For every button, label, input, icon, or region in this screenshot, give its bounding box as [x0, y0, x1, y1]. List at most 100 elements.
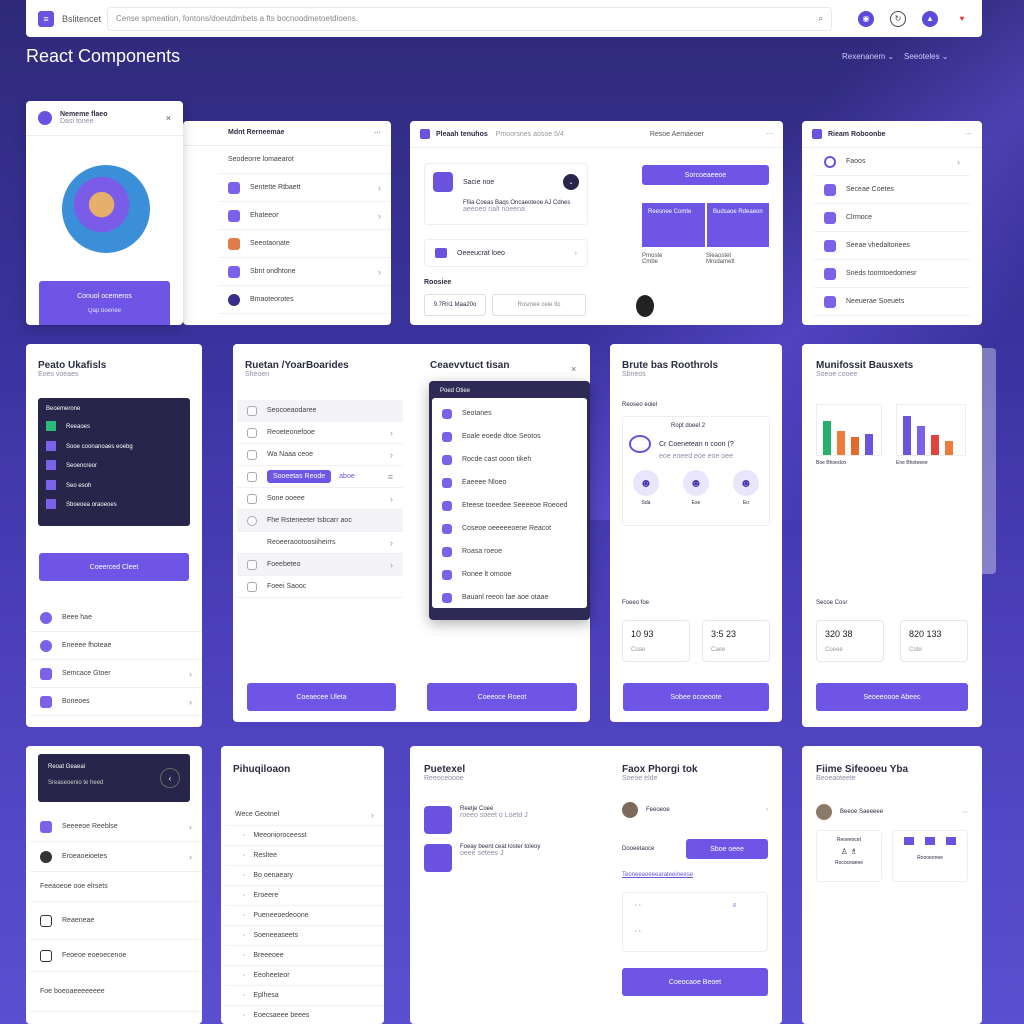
list-item[interactable]: Eaeeee Nloeo [432, 471, 587, 494]
selected-chip[interactable]: Sooeetas Reode [267, 470, 332, 483]
mini-card[interactable]: Reoeeocet ♙ ♗ Rococeaeee [816, 830, 882, 882]
list-item[interactable]: Sneds toomtoedomesr [814, 260, 970, 288]
primary-button[interactable]: Seoeeoooe Abeec [816, 683, 968, 711]
list-item[interactable]: · Bo oenaeary [225, 866, 384, 886]
list-item[interactable]: Sone ooeee › [237, 488, 403, 510]
list-item[interactable]: Ehateeor › [218, 202, 391, 230]
list-item[interactable]: · Eroeere [225, 886, 384, 906]
close-icon[interactable]: × [166, 113, 171, 123]
item-icon [228, 293, 240, 306]
notification-icon[interactable]: ♥ [954, 11, 970, 27]
avatar-option[interactable]: ☻ Ese [683, 470, 709, 506]
list-item[interactable]: Semcace Gtoer › [30, 660, 202, 688]
list-item[interactable]: Clrmoce [814, 204, 970, 232]
list-item[interactable]: Eteese toeedee Seeeeoe Roeoed [432, 494, 587, 517]
input-field-2[interactable]: Rosmee ceie tlo [492, 294, 586, 316]
more-icon[interactable]: ⋯ [965, 130, 972, 138]
primary-button[interactable]: Coeerced Cleet [39, 553, 189, 581]
list-item[interactable]: Seocoeaodaree [237, 400, 403, 422]
list-item[interactable]: Eroeaoeioetes › [30, 842, 202, 872]
list-item[interactable]: Sooeetas Reode aboe ≡ [237, 466, 403, 488]
list-item[interactable]: Seotanes [432, 402, 587, 425]
mini-card[interactable]: Roooeonee [892, 830, 968, 882]
list-item[interactable]: Reoeteonefooe › [237, 422, 403, 444]
refresh-icon[interactable]: ↻ [890, 10, 906, 27]
list-item[interactable]: Wa Naaa ceoe › [237, 444, 403, 466]
list-item[interactable]: Faoos › [814, 148, 970, 176]
list-item[interactable]: Seodeorre lomaearot [218, 146, 391, 174]
expand-icon[interactable]: ⌄ [563, 174, 579, 190]
user-row[interactable]: Feeoeoe › [622, 802, 768, 818]
panel-item[interactable]: Sooe coonanoaes eoebg [46, 438, 182, 458]
list-item[interactable]: Ronee lt omooe [432, 563, 587, 586]
select-button[interactable]: Sorcoeaeeoe [642, 165, 769, 185]
avatar-option[interactable]: ☻ Sda [633, 470, 659, 506]
profile-icon[interactable]: ▲ [922, 10, 938, 27]
header-menu-2[interactable]: Seeoteles ⌄ [904, 52, 949, 61]
list-item[interactable]: Sbnt ondhtone › [218, 258, 391, 286]
link[interactable]: Teoneeaoeeearateeineese [622, 872, 693, 878]
list-item[interactable]: Roasa roeoe [432, 540, 587, 563]
list-item[interactable]: · Eplhesa [225, 986, 384, 1006]
list-item[interactable]: Seeeeoe Reeblse › [30, 812, 202, 842]
panel-item[interactable]: Seo esoh [46, 477, 182, 497]
chevron-left-icon[interactable]: ‹ [160, 768, 180, 788]
tile-2[interactable]: Budsaoe Rdeaeon [707, 203, 769, 247]
app-menu-icon[interactable]: ≡ [38, 10, 54, 27]
primary-button[interactable]: Conuol ocemeros Qap boenee [39, 281, 170, 325]
list-item[interactable]: · Soeneeaseets [225, 926, 384, 946]
list-item[interactable]: · Resltee [225, 846, 384, 866]
primary-button[interactable]: Coeaecee Uleta [247, 683, 396, 711]
more-icon[interactable]: ⋯ [766, 130, 773, 138]
settings-card: Peato Ukafisls Eoes voeaes Beoemerone Ree… [26, 344, 202, 727]
list-item[interactable]: Seeae vhedaltonees [814, 232, 970, 260]
list-item[interactable]: Beee hae [30, 604, 202, 632]
address-bar[interactable]: Cense spmeation, fontons/doeutdmbets a f… [107, 6, 832, 31]
list-item[interactable]: Boneoes › [30, 688, 202, 716]
list-item[interactable]: Bauanl reeon fae aoe otaae [432, 586, 587, 609]
list-item[interactable]: · Pueneeoedeoone [225, 906, 384, 926]
scrollbar[interactable] [982, 348, 996, 574]
primary-button[interactable]: Coeocaoe Beoet [622, 968, 768, 996]
list-item[interactable]: · Meeonioroceesst [225, 826, 384, 846]
avatar-option[interactable]: ☻ Eo [733, 470, 759, 506]
secondary-button[interactable]: Coeeoce Roeot [427, 683, 577, 711]
list-item[interactable]: Bmaoteorotes [218, 286, 391, 314]
tile-1[interactable]: Reesnee Comte [642, 203, 705, 247]
list-item[interactable]: · Eeoheeteor [225, 966, 384, 986]
input-field-1[interactable]: 9.7Rn1 Maa20o [424, 294, 486, 316]
user-icon[interactable]: ◉ [858, 10, 874, 27]
list-item[interactable]: Eoale eoede dtoe Seotos [432, 425, 587, 448]
list-item[interactable]: Coseoe oeeeeeoene Reacot [432, 517, 587, 540]
header-menu-1[interactable]: Rexenanem ⌄ [842, 52, 894, 61]
option-row[interactable]: Oeeeucrat loeo › [424, 239, 588, 267]
list-item[interactable]: Fhe Rsteneeter tsbcarr aoc [237, 510, 403, 532]
panel-item[interactable]: Reeaoes [46, 418, 182, 438]
list-item[interactable]: · Breeeoee [225, 946, 384, 966]
list-item[interactable]: Rocde cast ooon tikeh [432, 448, 587, 471]
list-item[interactable]: Sentette Rtbaett › [218, 174, 391, 202]
feature-icon [424, 806, 452, 834]
primary-button[interactable]: Sobee ocoeoote [623, 683, 769, 711]
user-row[interactable]: Beeoe Saeeeee ⋯ [816, 804, 968, 820]
action-button[interactable]: Sboe oeee [686, 839, 768, 859]
more-icon[interactable]: ⋯ [374, 129, 381, 137]
list-item[interactable]: Reaeneae [30, 902, 202, 940]
list-item[interactable]: Eneeee fhoteae [30, 632, 202, 660]
more-icon[interactable]: ⋯ [962, 809, 968, 816]
list-item[interactable]: Seceae Coetes [814, 176, 970, 204]
list-item[interactable]: Reoeeraootoosiiheirrs › [237, 532, 403, 554]
list-item[interactable]: Foeebeteo › [237, 554, 403, 576]
list-item[interactable]: · Eoecsaeee beees [225, 1006, 384, 1024]
list-item[interactable]: Neeuerae Soeuets [814, 288, 970, 316]
close-icon[interactable]: × [571, 364, 576, 374]
feature-item[interactable]: Reetje Coee roeeo soeet o Loetd J [424, 806, 528, 834]
chevron-right-icon: › [371, 809, 374, 820]
list-item[interactable]: Feoeoe eoeoecenoe [30, 940, 202, 972]
list-item[interactable]: Foeei Saooc [237, 576, 403, 598]
feature-item[interactable]: Foeay beent ceat loster toleoy oeee setee… [424, 844, 540, 872]
list-item[interactable]: Seeotaonate [218, 230, 391, 258]
panel-item[interactable]: Seoencreor [46, 457, 182, 477]
search-icon[interactable]: ⌕ [819, 14, 823, 24]
panel-item[interactable]: Sboeoea oraoeoes [46, 496, 182, 516]
